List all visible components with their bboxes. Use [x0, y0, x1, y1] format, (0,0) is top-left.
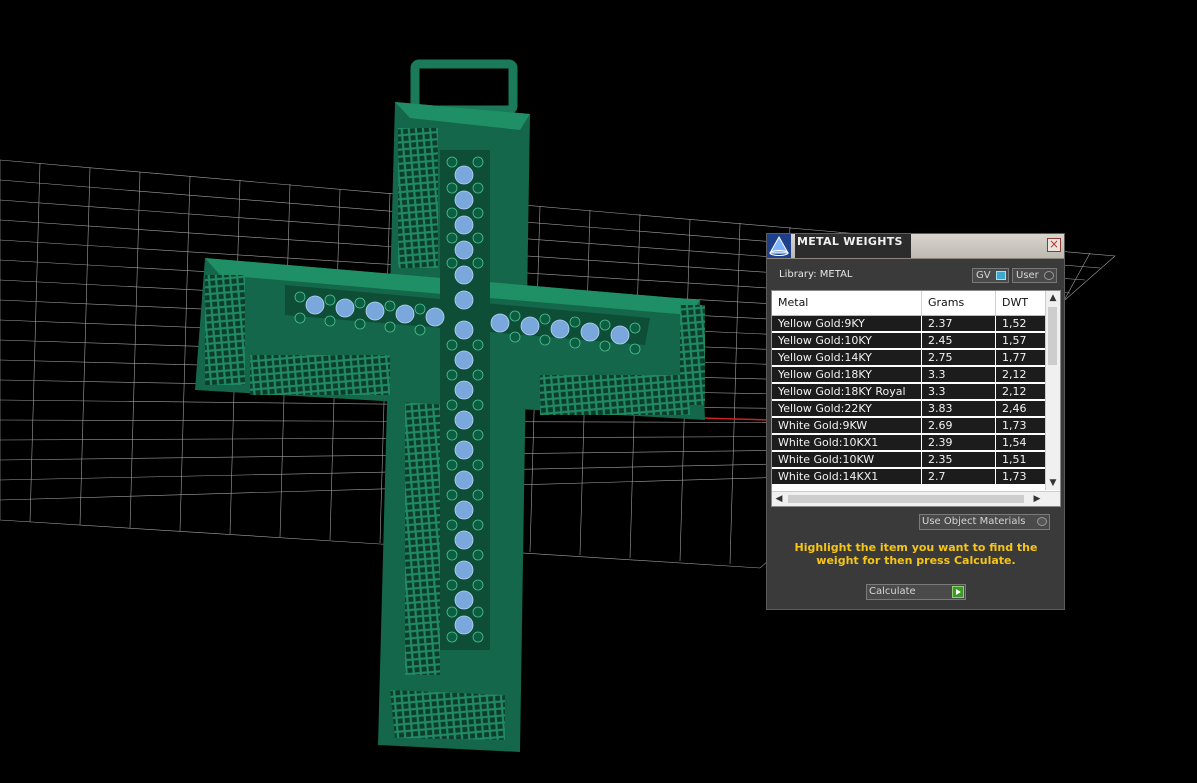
vertical-scroll-thumb[interactable] — [1048, 307, 1057, 365]
table-row[interactable]: Yellow Gold:22KY 3.83 2,46 — [772, 401, 1046, 418]
table-row[interactable]: Yellow Gold:18KY 3.3 2,12 — [772, 367, 1046, 384]
dwt-cell: 2,12 — [996, 384, 1046, 400]
grams-cell: 3.83 — [922, 401, 996, 417]
use-object-materials-toggle[interactable]: Use Object Materials — [919, 514, 1050, 530]
table-row[interactable]: White Gold:9KW 2.69 1,73 — [772, 418, 1046, 435]
instructions-text: Highlight the item you want to find the … — [794, 541, 1038, 567]
dwt-cell: 2,12 — [996, 367, 1046, 383]
table-row[interactable]: White Gold:10KW 2.35 1,51 — [772, 452, 1046, 469]
use-object-materials-indicator — [1037, 517, 1047, 526]
column-header-dwt[interactable]: DWT — [996, 291, 1046, 315]
table-row[interactable]: Yellow Gold:10KY 2.45 1,57 — [772, 333, 1046, 350]
gv-toggle-label: GV — [976, 270, 991, 281]
vertical-scrollbar[interactable]: ▲ ▼ — [1045, 291, 1060, 490]
grams-cell: 2.7 — [922, 469, 996, 485]
table-row[interactable]: Yellow Gold:14KY 2.75 1,77 — [772, 350, 1046, 367]
scroll-down-icon[interactable]: ▼ — [1046, 476, 1060, 490]
metal-weights-dialog: METAL WEIGHTS × Library: METAL GV User M… — [766, 233, 1065, 610]
dwt-cell: 1,54 — [996, 435, 1046, 451]
close-icon: × — [1048, 237, 1060, 251]
dwt-cell: 1,77 — [996, 350, 1046, 366]
gem-app-icon — [767, 234, 791, 258]
horizontal-scroll-thumb[interactable] — [788, 495, 1024, 503]
metal-cell: White Gold:14KX1 — [772, 469, 922, 485]
grams-cell: 2.45 — [922, 333, 996, 349]
table-row[interactable]: Yellow Gold:9KY 2.37 1,52 — [772, 316, 1046, 333]
grams-cell: 3.3 — [922, 384, 996, 400]
metal-cell: White Gold:10KX1 — [772, 435, 922, 451]
table-row[interactable]: White Gold:10KX1 2.39 1,54 — [772, 435, 1046, 452]
grams-cell: 2.35 — [922, 452, 996, 468]
dialog-titlebar[interactable]: METAL WEIGHTS × — [767, 234, 1064, 259]
dwt-cell: 1,73 — [996, 418, 1046, 434]
metal-weights-table[interactable]: Metal Grams DWT Yellow Gold:9KY 2.37 1,52 Y… — [771, 290, 1061, 507]
metal-cell: Yellow Gold:10KY — [772, 333, 922, 349]
use-object-materials-label: Use Object Materials — [922, 516, 1026, 527]
grams-cell: 2.37 — [922, 316, 996, 332]
metal-cell: Yellow Gold:18KY Royal — [772, 384, 922, 400]
metal-cell: White Gold:9KW — [772, 418, 922, 434]
gv-toggle-indicator — [996, 271, 1006, 280]
user-toggle-label: User — [1016, 270, 1039, 281]
close-button[interactable]: × — [1047, 238, 1061, 252]
metal-cell: Yellow Gold:14KY — [772, 350, 922, 366]
grams-cell: 2.39 — [922, 435, 996, 451]
table-header: Metal Grams DWT — [772, 291, 1046, 316]
library-label: Library: METAL — [779, 269, 853, 280]
scroll-up-icon[interactable]: ▲ — [1046, 291, 1060, 305]
table-row[interactable]: Yellow Gold:18KY Royal 3.3 2,12 — [772, 384, 1046, 401]
dialog-title: METAL WEIGHTS — [797, 235, 903, 248]
metal-cell: Yellow Gold:9KY — [772, 316, 922, 332]
user-toggle-indicator — [1044, 271, 1054, 280]
dwt-cell: 1,73 — [996, 469, 1046, 485]
calculate-button[interactable]: Calculate — [866, 584, 966, 600]
user-library-toggle[interactable]: User — [1012, 268, 1057, 283]
dwt-cell: 1,51 — [996, 452, 1046, 468]
dwt-cell: 1,57 — [996, 333, 1046, 349]
table-body: Yellow Gold:9KY 2.37 1,52 Yellow Gold:10KY 2… — [772, 316, 1046, 486]
horizontal-scrollbar[interactable]: ◀ ▶ — [772, 491, 1060, 506]
grams-cell: 2.75 — [922, 350, 996, 366]
calculate-label: Calculate — [869, 586, 916, 597]
metal-cell: White Gold:10KW — [772, 452, 922, 468]
grams-cell: 3.3 — [922, 367, 996, 383]
column-header-grams[interactable]: Grams — [922, 291, 996, 315]
table-row[interactable]: White Gold:14KX1 2.7 1,73 — [772, 469, 1046, 486]
cross-pendant-model — [195, 59, 705, 752]
play-icon — [952, 586, 964, 598]
dwt-cell: 2,46 — [996, 401, 1046, 417]
gv-library-toggle[interactable]: GV — [972, 268, 1009, 283]
scroll-left-icon[interactable]: ◀ — [772, 492, 786, 506]
scroll-right-icon[interactable]: ▶ — [1030, 492, 1044, 506]
dwt-cell: 1,52 — [996, 316, 1046, 332]
metal-cell: Yellow Gold:18KY — [772, 367, 922, 383]
metal-cell: Yellow Gold:22KY — [772, 401, 922, 417]
grams-cell: 2.69 — [922, 418, 996, 434]
column-header-metal[interactable]: Metal — [772, 291, 922, 315]
